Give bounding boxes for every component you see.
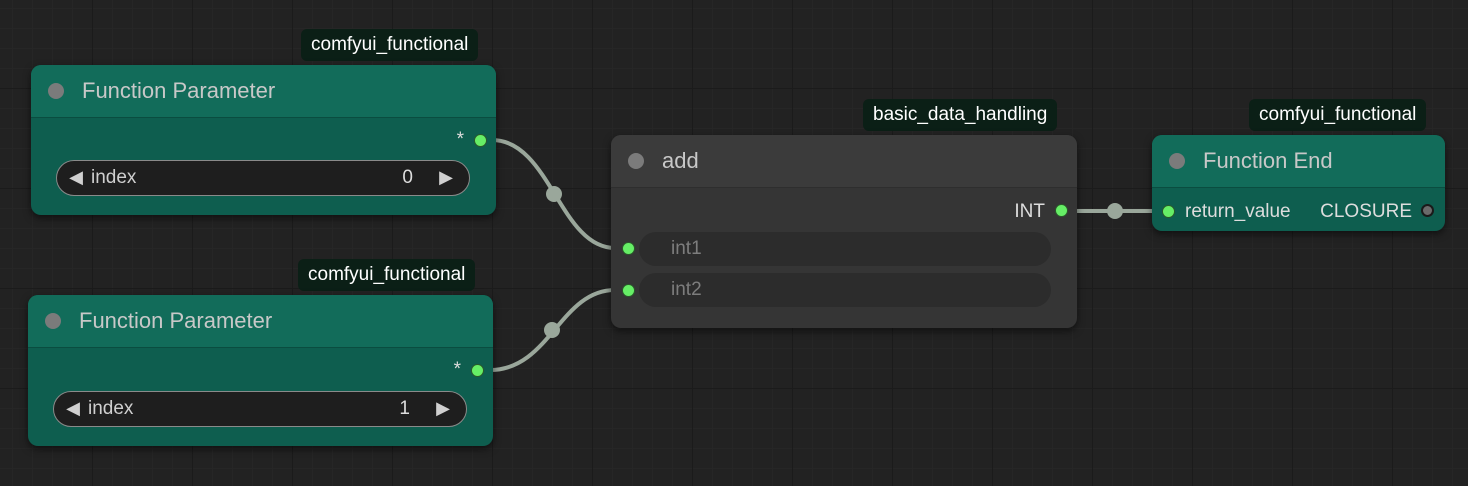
input-slot-label: return_value (1185, 201, 1291, 222)
circle-icon[interactable] (1169, 153, 1185, 169)
circle-icon[interactable] (48, 83, 64, 99)
link-midpoint-3[interactable] (1107, 203, 1123, 219)
node-title: Function Parameter (79, 308, 273, 333)
function-end-node[interactable]: Function End return_value CLOSURE (1152, 135, 1445, 231)
output-slot[interactable] (474, 134, 487, 147)
function-parameter-node[interactable]: Function Parameter * ◀ index 0 ▶ (31, 65, 496, 215)
node-title-bar[interactable]: Function End (1152, 135, 1445, 188)
node-graph-canvas[interactable]: comfyui_functional comfyui_functional ba… (0, 0, 1468, 486)
node-title-bar[interactable]: add (611, 135, 1077, 188)
node-source-badge: comfyui_functional (301, 29, 479, 61)
function-parameter-node[interactable]: Function Parameter * ◀ index 1 ▶ (28, 295, 493, 446)
output-slot-label: CLOSURE (1320, 201, 1412, 222)
circle-icon[interactable] (45, 313, 61, 329)
node-title-bar[interactable]: Function Parameter (31, 65, 496, 118)
node-source-badge: comfyui_functional (1249, 99, 1427, 131)
widget-value[interactable]: 0 (402, 161, 413, 194)
node-title: Function Parameter (82, 78, 276, 103)
output-slot[interactable] (1055, 204, 1068, 217)
input-slot-int2[interactable] (622, 284, 635, 297)
add-node[interactable]: add INT int1 int2 (611, 135, 1077, 328)
node-source-badge: comfyui_functional (298, 259, 476, 291)
index-widget[interactable]: ◀ index 0 ▶ (56, 160, 470, 196)
widget-value[interactable]: 1 (399, 392, 410, 425)
input-slot-int1[interactable] (622, 242, 635, 255)
input-int1[interactable]: int1 (639, 232, 1051, 266)
widget-label: index (88, 398, 134, 419)
index-widget[interactable]: ◀ index 1 ▶ (53, 391, 467, 427)
output-slot-label: * (456, 129, 464, 150)
triangle-right-icon[interactable]: ▶ (435, 161, 457, 194)
input-int2[interactable]: int2 (639, 273, 1051, 307)
triangle-left-icon[interactable]: ◀ (62, 392, 84, 425)
widget-label: index (91, 167, 137, 188)
node-title: add (662, 148, 699, 173)
circle-icon[interactable] (628, 153, 644, 169)
triangle-left-icon[interactable]: ◀ (65, 161, 87, 194)
triangle-right-icon[interactable]: ▶ (432, 392, 454, 425)
link-midpoint-2[interactable] (544, 322, 560, 338)
link-midpoint-1[interactable] (546, 186, 562, 202)
output-slot[interactable] (471, 364, 484, 377)
input-slot-return-value[interactable] (1162, 205, 1175, 218)
output-slot-closure[interactable] (1421, 204, 1434, 217)
node-title-bar[interactable]: Function Parameter (28, 295, 493, 348)
output-slot-label: INT (1014, 201, 1045, 222)
node-title: Function End (1203, 148, 1333, 173)
node-source-badge: basic_data_handling (863, 99, 1058, 131)
output-slot-label: * (453, 359, 461, 380)
